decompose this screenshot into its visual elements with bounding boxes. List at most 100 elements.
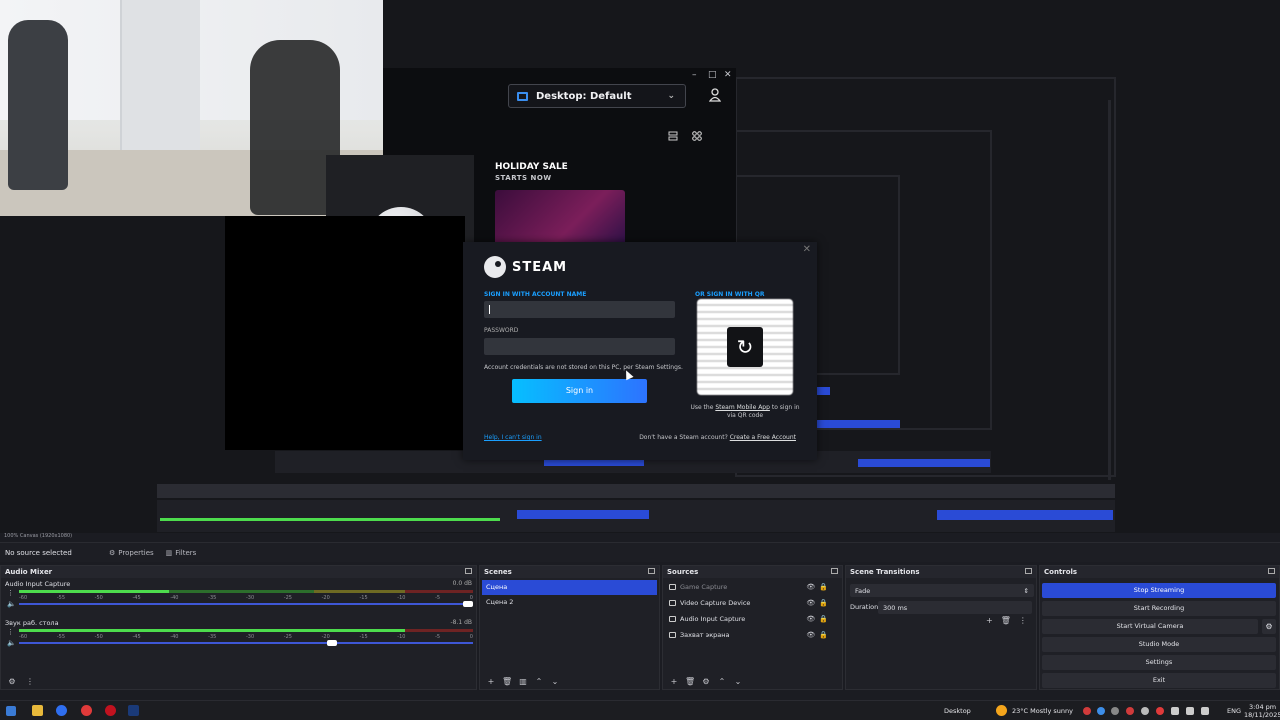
more-icon[interactable]: ⋮ [1019, 616, 1035, 625]
settings-button[interactable]: Settings [1042, 655, 1276, 670]
popout-icon[interactable] [831, 568, 838, 574]
chevron-up-icon[interactable]: ⌃ [534, 677, 544, 686]
source-item[interactable]: Audio Input Capture 👁🔒 [665, 612, 840, 627]
user-icon[interactable] [709, 88, 721, 102]
virtual-camera-gear-icon[interactable]: ⚙ [1262, 619, 1276, 634]
steam-mobile-app-link[interactable]: Steam Mobile App [715, 404, 770, 411]
lock-icon[interactable]: 🔒 [819, 631, 832, 639]
tray-app-icon[interactable] [1126, 707, 1134, 715]
lock-icon[interactable]: 🔒 [819, 599, 832, 607]
exit-button[interactable]: Exit [1042, 673, 1276, 688]
no-source-label: No source selected [5, 548, 72, 557]
clock-time[interactable]: 3:04 pm [1249, 703, 1276, 711]
trash-icon[interactable]: 🗑 [685, 677, 695, 686]
chevron-down-icon[interactable]: ⌄ [550, 677, 560, 686]
properties-button[interactable]: ⚙ Properties [109, 549, 154, 557]
tray-app-icon[interactable] [1111, 707, 1119, 715]
account-name-input[interactable] [484, 301, 675, 318]
password-input[interactable] [484, 338, 675, 355]
eye-icon[interactable]: 👁 [806, 599, 819, 607]
desktop-profile-select[interactable]: Desktop: Default ⌄ [508, 84, 686, 108]
speaker-icon[interactable]: 🔈 [7, 639, 16, 647]
eye-icon[interactable]: 👁 [806, 583, 819, 591]
tray-app-icon[interactable] [1083, 707, 1091, 715]
weather-text[interactable]: 23°C Mostly sunny [1012, 707, 1073, 715]
source-item[interactable]: Game Capture 👁🔒 [665, 580, 840, 595]
minimize-button[interactable]: – [692, 70, 697, 80]
add-icon[interactable]: + [486, 677, 496, 686]
transition-select[interactable]: Fade ⇕ [850, 584, 1034, 597]
refresh-qr-icon[interactable]: ↻ [727, 327, 763, 367]
source-item[interactable]: Video Capture Device 👁🔒 [665, 596, 840, 611]
steam-taskbar-icon[interactable] [128, 705, 139, 716]
language-indicator[interactable]: ENG [1227, 707, 1241, 715]
grid-view-icon[interactable] [692, 131, 702, 141]
windows-start-icon[interactable] [6, 706, 16, 716]
tray-app-icon[interactable] [1097, 707, 1105, 715]
gear-icon: ⚙ [109, 548, 116, 557]
studio-mode-button[interactable]: Studio Mode [1042, 637, 1276, 652]
start-virtual-camera-button[interactable]: Start Virtual Camera [1042, 619, 1258, 634]
add-icon[interactable]: + [669, 677, 679, 686]
battery-icon[interactable] [1201, 707, 1209, 715]
chevron-down-icon[interactable]: ⌄ [733, 677, 743, 686]
properties-bar: No source selected ⚙ Properties ▥ Filters [0, 542, 1280, 562]
eye-icon[interactable]: 👁 [806, 631, 819, 639]
duration-input[interactable]: 300 ms [878, 601, 1032, 614]
popout-icon[interactable] [1025, 568, 1032, 574]
chrome-icon[interactable] [81, 705, 92, 716]
filters-button[interactable]: ▥ Filters [166, 549, 197, 557]
scale-tick-label: -30 [245, 595, 255, 601]
gear-icon[interactable]: ⚙ [701, 677, 711, 686]
chevron-up-icon[interactable]: ⌃ [717, 677, 727, 686]
volume-slider[interactable] [19, 601, 473, 607]
volume-slider[interactable] [19, 640, 473, 646]
create-account-link[interactable]: Create a Free Account [730, 434, 796, 441]
properties-label: Properties [118, 548, 154, 557]
mixer-settings-icon[interactable]: ⚙ [7, 677, 17, 686]
opera-icon[interactable] [105, 705, 116, 716]
popout-icon[interactable] [1268, 568, 1275, 574]
stop-streaming-button[interactable]: Stop Streaming [1042, 583, 1276, 598]
tray-app-icon[interactable] [1141, 707, 1149, 715]
cant-sign-in-link[interactable]: Help, I can't sign in [484, 434, 542, 441]
scene-item[interactable]: Сцена [482, 580, 657, 595]
maximize-button[interactable]: □ [708, 70, 717, 80]
more-icon[interactable]: ⋮ [7, 628, 14, 636]
eye-icon[interactable]: 👁 [806, 615, 819, 623]
file-explorer-icon[interactable] [32, 705, 43, 716]
source-visibility-lock: 👁🔒 [806, 612, 832, 627]
more-icon[interactable]: ⋮ [7, 589, 14, 597]
close-button[interactable]: ✕ [724, 70, 732, 80]
volume-slider-knob[interactable] [463, 601, 473, 607]
source-item[interactable]: Захват экрана 👁🔒 [665, 628, 840, 643]
filter-icon[interactable]: ▥ [518, 677, 528, 686]
sign-in-button[interactable]: Sign in [512, 379, 647, 403]
add-icon[interactable]: + [986, 616, 1001, 625]
more-icon[interactable]: ⋮ [25, 677, 35, 686]
browser-icon[interactable] [56, 705, 67, 716]
speaker-icon[interactable]: 🔈 [7, 600, 16, 608]
list-view-icon[interactable] [668, 131, 678, 141]
obs-preview[interactable]: – □ ✕ Desktop: Default ⌄ HOLIDAY SALE ST… [0, 0, 1280, 533]
start-recording-button[interactable]: Start Recording [1042, 601, 1276, 616]
scene-item[interactable]: Сцена 2 [482, 595, 657, 610]
volume-slider-knob[interactable] [326, 640, 337, 646]
source-name: Захват экрана [680, 631, 730, 639]
trash-icon[interactable]: 🗑 [1001, 616, 1019, 625]
steam-login-dialog: ✕ STEAM SIGN IN WITH ACCOUNT NAME PASSWO… [463, 242, 817, 460]
trash-icon[interactable]: 🗑 [502, 677, 512, 686]
clock-date[interactable]: 18/11/2025 [1244, 711, 1280, 719]
network-icon[interactable] [1171, 707, 1179, 715]
desktop-label[interactable]: Desktop [944, 707, 971, 715]
speaker-icon[interactable] [1186, 707, 1194, 715]
popout-icon[interactable] [465, 568, 472, 574]
popout-icon[interactable] [648, 568, 655, 574]
lock-icon[interactable]: 🔒 [819, 583, 832, 591]
steam-close-button[interactable]: ✕ [803, 244, 811, 255]
lock-icon[interactable]: 🔒 [819, 615, 832, 623]
holiday-banner-image[interactable] [495, 190, 625, 248]
webcam-door [120, 0, 200, 160]
filter-icon: ▥ [165, 548, 173, 557]
tray-app-icon[interactable] [1156, 707, 1164, 715]
